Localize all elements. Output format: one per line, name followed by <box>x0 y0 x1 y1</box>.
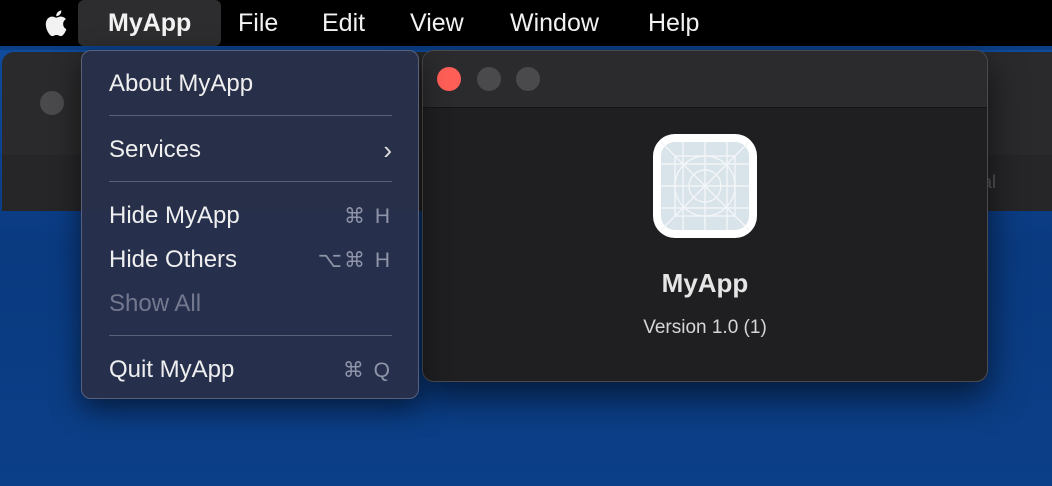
menu-item-hide-app-label: Hide MyApp <box>109 202 240 229</box>
chevron-right-icon: › <box>383 134 392 165</box>
menu-item-show-all-label: Show All <box>109 290 202 317</box>
shortcut-hide-others: ⌥⌘ H <box>317 248 392 272</box>
menu-view[interactable]: View <box>410 0 464 46</box>
minimize-button[interactable] <box>477 67 501 91</box>
menu-item-about-label: About MyApp <box>109 70 254 97</box>
menu-window[interactable]: Window <box>510 0 599 46</box>
app-version: Version 1.0 (1) <box>643 317 767 338</box>
menu-item-hide-others-label: Hide Others <box>109 246 238 273</box>
menu-item-about[interactable]: About MyApp <box>109 67 392 101</box>
menu-separator <box>109 335 392 336</box>
menu-item-hide-others[interactable]: Hide Others ⌥⌘ H <box>109 243 392 277</box>
menu-file[interactable]: File <box>238 0 278 46</box>
menu-myapp[interactable]: MyApp <box>78 0 222 46</box>
menu-edit[interactable]: Edit <box>322 0 365 46</box>
about-window: MyApp Version 1.0 (1) <box>422 50 988 382</box>
app-menu-dropdown: About MyApp Services › Hide MyApp ⌘ H Hi… <box>81 50 419 399</box>
menu-help[interactable]: Help <box>648 0 699 46</box>
background-window-close-dot[interactable] <box>40 91 64 115</box>
close-button[interactable] <box>437 67 461 91</box>
menu-separator <box>109 115 392 116</box>
apple-logo-icon[interactable] <box>40 8 70 38</box>
menu-item-services[interactable]: Services › <box>109 133 392 167</box>
menu-item-hide-app[interactable]: Hide MyApp ⌘ H <box>109 199 392 233</box>
shortcut-quit: ⌘ Q <box>342 358 392 382</box>
shortcut-hide-app: ⌘ H <box>344 204 392 228</box>
menu-item-quit[interactable]: Quit MyApp ⌘ Q <box>109 353 392 387</box>
menu-item-quit-label: Quit MyApp <box>109 356 235 383</box>
about-window-titlebar[interactable] <box>423 51 987 108</box>
zoom-button[interactable] <box>516 67 540 91</box>
app-icon-grid-icon <box>660 141 750 231</box>
menu-item-show-all: Show All <box>109 287 392 321</box>
app-name: MyApp <box>661 268 749 298</box>
menu-separator <box>109 181 392 182</box>
app-icon <box>653 134 757 238</box>
menu-item-services-label: Services <box>109 136 202 163</box>
menu-bar: MyApp File Edit View Window Help <box>0 0 1052 46</box>
